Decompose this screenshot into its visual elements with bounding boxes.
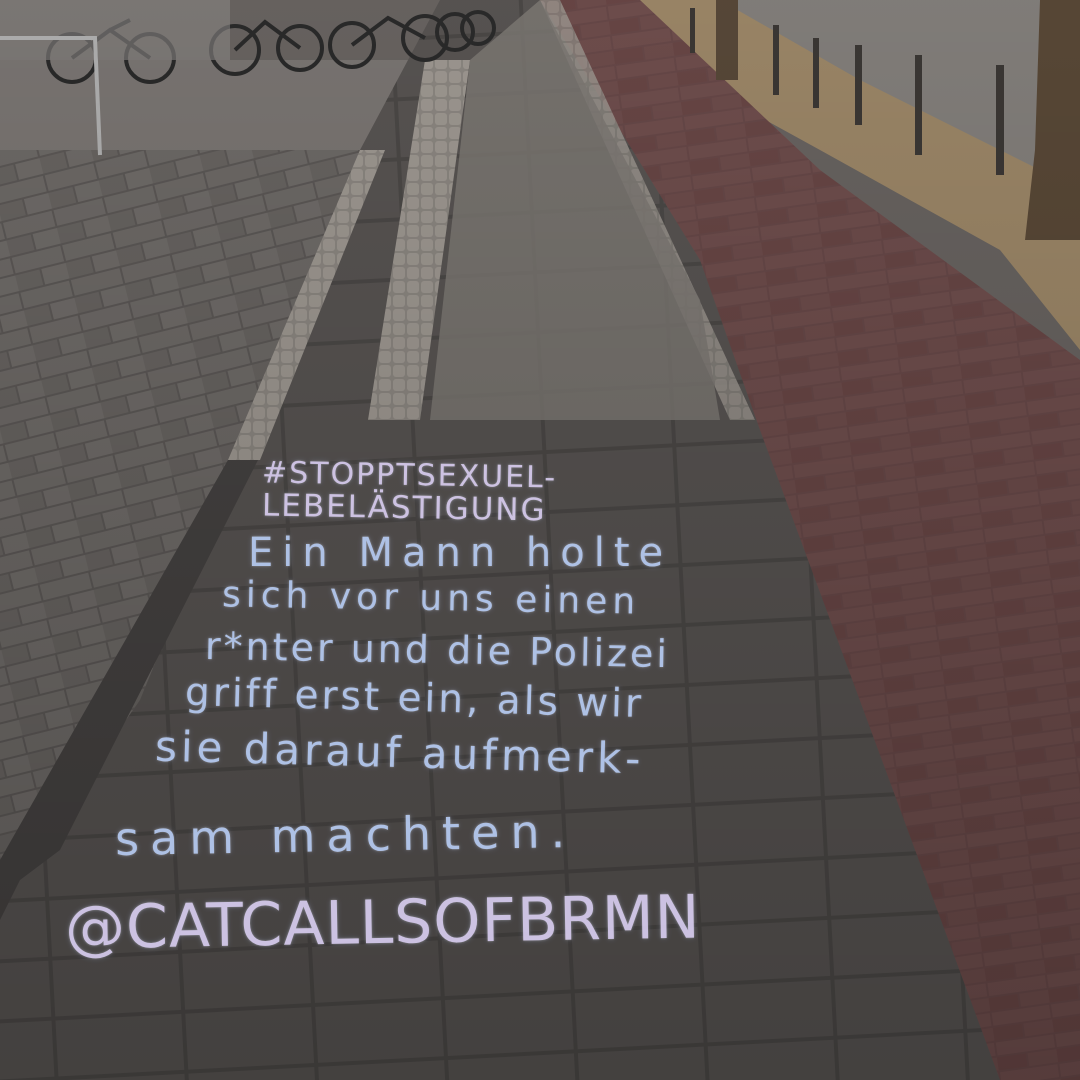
chalk-line-hashtag-2: LEBELÄSTIGUNG — [261, 487, 547, 529]
chalk-line-4: sich vor uns einen — [221, 574, 641, 623]
chalk-line-3: Ein Mann holte — [248, 530, 673, 576]
chalk-line-8: sam machten. — [114, 803, 577, 867]
chalk-line-5: r*nter und die Polizei — [204, 623, 671, 677]
chalk-line-handle: @CATCALLSOFBRMN — [64, 882, 702, 964]
photo-scene: #STOPPTSEXUEL- LEBELÄSTIGUNG Ein Mann ho… — [0, 0, 1080, 1080]
